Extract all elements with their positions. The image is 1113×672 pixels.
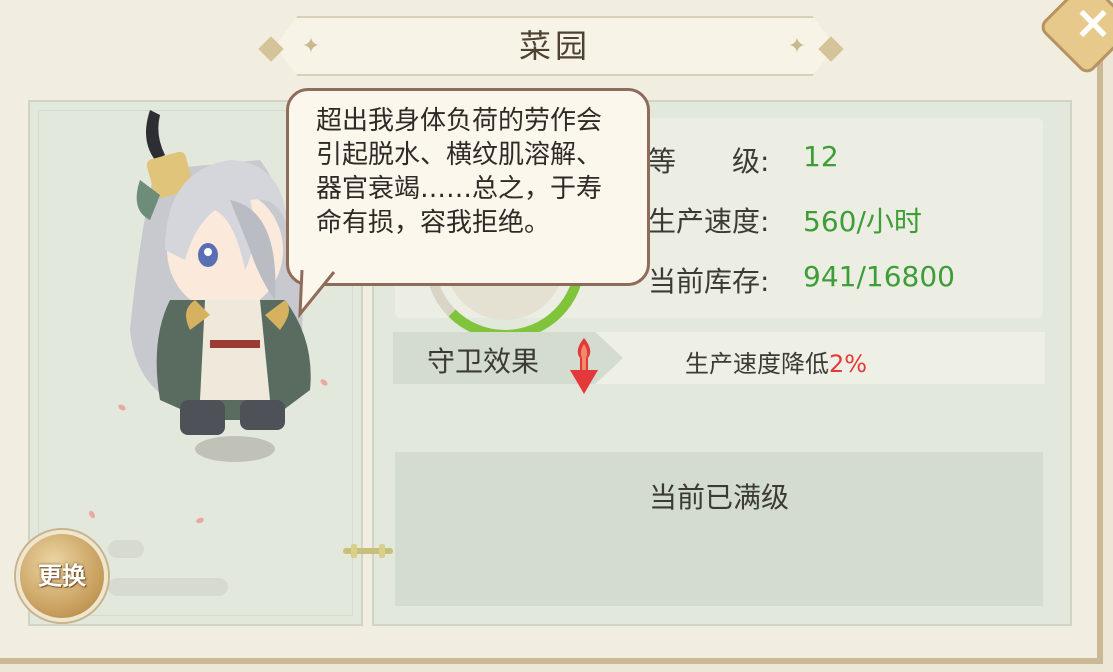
level-value: 12	[803, 140, 839, 173]
max-level-text: 当前已满级	[648, 481, 789, 514]
level-label: 等 级:	[648, 145, 770, 178]
guard-effect-label: 守卫效果	[427, 345, 540, 378]
speech-text: 超出我身体负荷的劳作会引起脱水、横纹肌溶解、器官衰竭……总之，于寿命有损，容我拒…	[316, 106, 603, 238]
close-icon[interactable]: ×	[1068, 0, 1113, 50]
speed-value: 560/小时	[803, 205, 922, 238]
stat-bar-2	[108, 578, 228, 596]
speed-label: 生产速度:	[648, 205, 770, 238]
page-title: 菜园	[518, 27, 591, 65]
swap-character-label[interactable]: 更换	[16, 530, 108, 622]
guard-effect-percent: 2%	[829, 350, 868, 378]
panel-hinge	[343, 544, 393, 558]
guard-effect-text: 生产速度降低2%	[685, 344, 867, 379]
guard-effect-desc: 生产速度降低	[685, 350, 829, 378]
stat-bar-1	[108, 540, 144, 558]
stock-label: 当前库存:	[648, 265, 770, 298]
speech-bubble-tail	[298, 270, 336, 319]
title-ornament-right-icon: ✦	[787, 34, 807, 59]
decrease-arrow-icon	[570, 338, 598, 394]
stock-value: 941/16800	[803, 260, 955, 293]
